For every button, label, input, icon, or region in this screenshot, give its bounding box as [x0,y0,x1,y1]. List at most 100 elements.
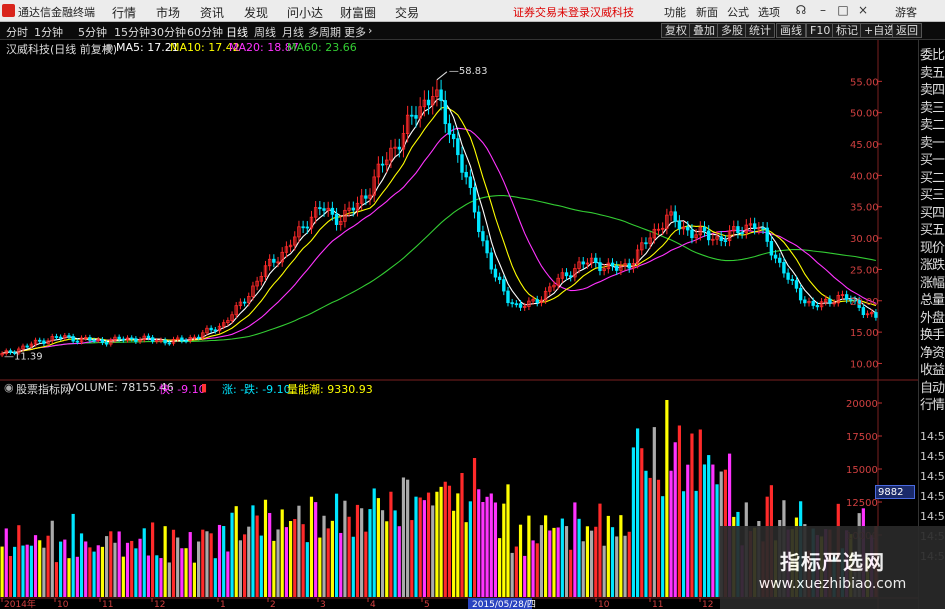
side-item-2[interactable]: 卖四 [920,79,945,98]
candle-body [752,223,757,229]
volume-bar [238,540,243,597]
menu-quotes[interactable]: 行情 [112,4,136,21]
volume-bar [460,472,464,597]
menu-trade[interactable]: 交易 [395,4,419,21]
side-item-14[interactable]: 总量 [920,289,945,308]
menu-news[interactable]: 资讯 [200,4,224,21]
period-more[interactable]: 更多 [344,24,366,40]
volume-bar [105,536,109,597]
side-item-16[interactable]: 换手 [920,324,945,343]
volume-bar [38,540,42,597]
menu-options[interactable]: 选项 [758,4,780,20]
candle-body [196,336,201,339]
more-arrow-icon[interactable]: › [368,24,372,37]
period-daily[interactable]: 日线 [226,24,248,40]
f10-button[interactable]: F10 [806,23,835,38]
menu-ask[interactable]: 问小达 [287,4,323,21]
volume-bar [686,464,690,597]
volume-bar [510,552,514,597]
period-15min[interactable]: 15分钟 [114,24,150,40]
volume-bar [54,562,59,597]
menu-new-page[interactable]: 新面 [696,4,718,20]
volume-bar [121,556,125,597]
price-label: 55.00 [850,77,879,88]
back-button[interactable]: 返回 [892,23,922,38]
overlay-button[interactable]: 叠加 [689,23,719,38]
volume-bar [222,526,226,597]
maximize-icon[interactable]: □ [835,3,851,18]
volume-bar [63,539,67,597]
volume-bar [339,532,343,597]
candle-body [167,342,172,345]
candle-body [798,287,803,301]
volume-bar [489,493,493,597]
volume-bar [435,491,439,597]
candle-body [794,280,799,289]
time-label: 2 [270,600,276,609]
candle-body [610,262,615,267]
close-icon[interactable]: × [855,3,871,18]
candle-body [75,340,80,343]
side-item-12[interactable]: 涨跌 [920,254,945,273]
volume-bar [167,562,171,597]
adjust-button[interactable]: 复权 [661,23,691,38]
minimize-icon[interactable]: – [815,3,831,18]
volume-bar [594,526,598,597]
volume-bar [213,558,217,597]
volume-bar [109,531,113,597]
mark-button[interactable]: 标记 [832,23,862,38]
multi-stock-button[interactable]: 多股 [717,23,747,38]
side-item-19[interactable]: 自动 [920,377,945,396]
candle-body [493,268,498,278]
menu-market[interactable]: 市场 [156,4,180,21]
period-60min[interactable]: 60分钟 [187,24,223,40]
draw-line-button[interactable]: 画线 [776,23,806,38]
side-item-3[interactable]: 卖三 [920,97,945,116]
period-1min[interactable]: 1分钟 [34,24,63,40]
time-label: 5 [424,600,430,609]
side-item-4[interactable]: 卖二 [920,114,945,133]
side-item-9[interactable]: 买四 [920,202,945,221]
period-intraday[interactable]: 分时 [6,24,28,40]
menu-wealth[interactable]: 财富圈 [340,4,376,21]
period-monthly[interactable]: 月线 [282,24,304,40]
side-item-15[interactable]: 外盘 [920,307,945,326]
candle-body [481,231,485,242]
time-label: 10 [57,600,69,609]
period-weekly[interactable]: 周线 [254,24,276,40]
price-label: 45.00 [850,140,879,151]
volume-bar [293,519,297,597]
headset-icon[interactable]: ☊ [793,3,809,18]
side-item-13[interactable]: 涨幅 [920,272,945,291]
menu-formula[interactable]: 公式 [727,4,749,20]
period-5min[interactable]: 5分钟 [78,24,107,40]
volume-bar [426,492,431,597]
login-status[interactable]: 证券交易未登录 [513,4,590,20]
guest-label[interactable]: 游客 [895,4,917,20]
side-item-11[interactable]: 现价 [920,237,945,256]
period-multi[interactable]: 多周期 [308,24,341,40]
volume-bar [477,489,481,597]
statistics-button[interactable]: 统计 [745,23,775,38]
volume-bar [209,533,213,597]
menu-discover[interactable]: 发现 [244,4,268,21]
side-item-0[interactable]: 委比 [920,44,945,63]
side-item-18[interactable]: 收益 [920,359,945,378]
period-30min[interactable]: 30分钟 [150,24,186,40]
side-item-7[interactable]: 买二 [920,167,945,186]
side-item-17[interactable]: 净资 [920,342,945,361]
side-item-20[interactable]: 行情 [920,394,945,413]
candle-body [502,279,506,292]
volume-bar [59,541,63,597]
side-item-1[interactable]: 卖五 [920,62,945,81]
menu-function[interactable]: 功能 [664,4,686,20]
side-item-5[interactable]: 卖一 [920,132,945,151]
side-item-6[interactable]: 买一 [920,149,945,168]
side-item-8[interactable]: 买三 [920,184,945,203]
candle-body [92,339,96,342]
volume-bar [159,558,163,597]
volume-bar [171,529,176,597]
kline-chart[interactable]: 55.00 50.00 45.00 40.00 35.00 30.00 25.00 20.00… [0,40,918,609]
side-item-10[interactable]: 买五 [920,219,945,238]
candle-body [535,299,539,304]
